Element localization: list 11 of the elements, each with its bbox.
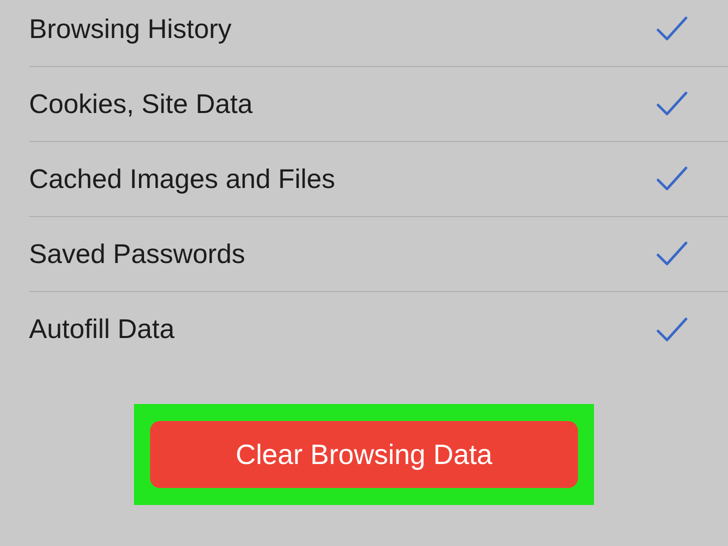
option-label: Autofill Data <box>29 314 175 345</box>
option-row[interactable]: Cached Images and Files <box>29 142 728 217</box>
option-label: Saved Passwords <box>29 238 246 270</box>
option-row[interactable]: Saved Passwords <box>29 217 728 292</box>
option-label: Browsing History <box>29 14 232 44</box>
option-row[interactable]: Cookies, Site Data <box>29 67 728 142</box>
option-label: Cached Images and Files <box>29 164 336 194</box>
option-row[interactable]: Autofill Data <box>29 292 728 367</box>
clear-browsing-data-button[interactable]: Clear Browsing Data <box>150 421 578 488</box>
option-label: Cookies, Site Data <box>29 88 253 120</box>
option-row[interactable]: Browsing History <box>29 0 728 67</box>
